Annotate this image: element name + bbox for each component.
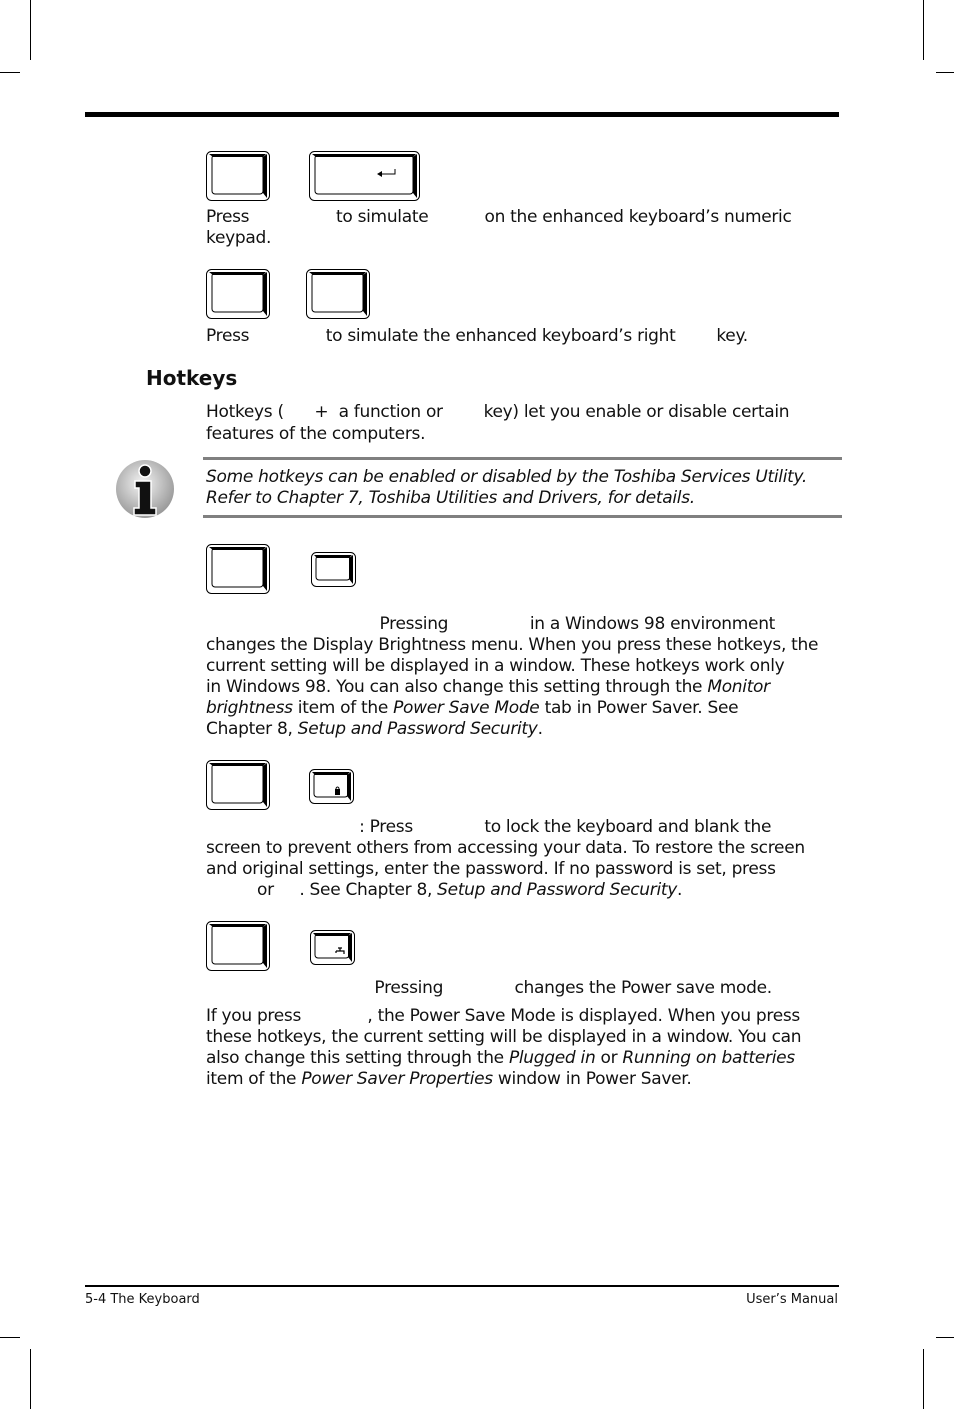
note-top-rule — [203, 457, 842, 460]
italic-term: brightness — [206, 698, 293, 718]
blank-key-icon — [306, 269, 370, 319]
header-rule — [85, 112, 839, 117]
crop-mark — [0, 1337, 20, 1338]
enter-desc-line: Press to simulate on the enhanced keyboa… — [206, 207, 792, 227]
crop-mark — [0, 72, 20, 73]
text-run: Chapter 8, — [206, 719, 298, 739]
italic-term: Monitor — [707, 677, 770, 697]
text-run: Pressing in a Windows 98 environment — [206, 614, 776, 634]
text-run: current setting will be displayed in a w… — [206, 656, 785, 676]
italic-term: Running on batteries — [622, 1048, 795, 1068]
body-text-line: screen to prevent others from accessing … — [206, 838, 805, 859]
footer-rule — [85, 1285, 839, 1287]
italic-term: Setup and Password Security — [437, 880, 678, 900]
text-run: Pressing changes the Power save mode. — [206, 978, 772, 998]
small-key-icon — [311, 552, 356, 587]
text-run: item of the — [206, 1069, 302, 1089]
power-save-key-icon — [310, 930, 355, 965]
body-text-line: current setting will be displayed in a w… — [206, 656, 785, 677]
crop-mark — [923, 0, 924, 60]
crop-mark — [923, 1349, 924, 1409]
body-text-line: or . See Chapter 8, Setup and Password S… — [206, 880, 682, 901]
text-run: . — [537, 719, 543, 739]
blank-key-icon — [206, 269, 270, 319]
text-run: changes the Display Brightness menu. Whe… — [206, 635, 819, 655]
hotkeys-intro-line: features of the computers. — [206, 424, 426, 444]
italic-term: Power Saver Properties — [301, 1069, 493, 1089]
enter-desc-line: keypad. — [206, 228, 272, 248]
text-run: item of the — [292, 698, 394, 718]
blank-key-icon — [206, 151, 270, 201]
body-text-line: item of the Power Saver Properties windo… — [206, 1069, 692, 1090]
body-text-line: in Windows 98. You can also change this … — [206, 677, 770, 698]
italic-term: Power Save Mode — [393, 698, 540, 718]
text-run: If you press , the Power Save Mode is di… — [206, 1006, 800, 1026]
enter-key-icon — [309, 151, 420, 201]
italic-term: Setup and Password Security — [297, 719, 538, 739]
note-text-line: Some hotkeys can be enabled or disabled … — [206, 467, 808, 487]
note-bottom-rule — [203, 515, 842, 518]
section-heading: Hotkeys — [146, 366, 238, 390]
crop-mark — [936, 72, 954, 73]
note-text-line: Refer to Chapter 7, Toshiba Utilities an… — [206, 488, 695, 508]
text-run: in Windows 98. You can also change this … — [206, 677, 708, 697]
body-text-line: and original settings, enter the passwor… — [206, 859, 776, 880]
text-run: window in Power Saver. — [492, 1069, 692, 1089]
body-text-line: If you press , the Power Save Mode is di… — [206, 1006, 800, 1027]
lock-key-icon — [309, 769, 354, 804]
text-run: tab in Power Saver. See — [539, 698, 739, 718]
body-text-line: Chapter 8, Setup and Password Security. — [206, 719, 543, 740]
body-text-line: Pressing changes the Power save mode. — [206, 978, 772, 999]
right-key-desc-line: Press to simulate the enhanced keyboard’… — [206, 326, 748, 346]
text-run: also change this setting through the — [206, 1048, 509, 1068]
text-run: or . See Chapter 8, — [206, 880, 438, 900]
crop-mark — [936, 1337, 954, 1338]
italic-term: Plugged in — [508, 1048, 596, 1068]
body-text-line: these hotkeys, the current setting will … — [206, 1027, 802, 1048]
text-run: . — [677, 880, 683, 900]
text-run: : Press to lock the keyboard and blank t… — [206, 817, 772, 837]
body-text-line: brightness item of the Power Save Mode t… — [206, 698, 739, 719]
text-run: and original settings, enter the passwor… — [206, 859, 776, 879]
body-text-line: Pressing in a Windows 98 environment — [206, 614, 776, 635]
text-run: these hotkeys, the current setting will … — [206, 1027, 802, 1047]
text-run: screen to prevent others from accessing … — [206, 838, 805, 858]
body-text-line: : Press to lock the keyboard and blank t… — [206, 817, 771, 838]
body-text-line: changes the Display Brightness menu. Whe… — [206, 635, 818, 656]
footer-left: 5-4 The Keyboard — [85, 1292, 200, 1307]
crop-mark — [30, 1349, 31, 1409]
body-text-line: also change this setting through the Plu… — [206, 1048, 795, 1069]
info-icon — [115, 458, 177, 520]
hotkeys-intro-line: Hotkeys ( + a function or key) let you e… — [206, 402, 790, 422]
footer-right: User’s Manual — [746, 1292, 838, 1307]
blank-key-icon — [206, 760, 270, 810]
blank-key-icon — [206, 544, 270, 594]
crop-mark — [30, 0, 31, 60]
text-run: or — [595, 1048, 623, 1068]
blank-key-icon — [206, 921, 270, 971]
